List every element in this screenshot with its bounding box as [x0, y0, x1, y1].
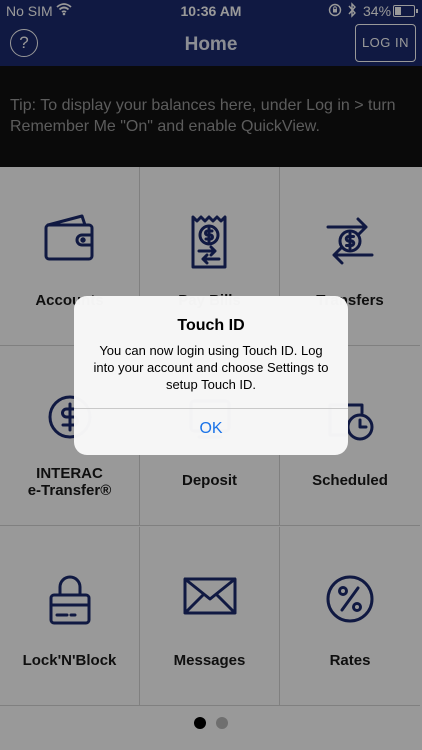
alert-message: You can now login using Touch ID. Log in… — [93, 343, 329, 392]
touch-id-alert: Touch ID You can now login using Touch I… — [74, 296, 348, 455]
alert-ok-button[interactable]: OK — [74, 409, 348, 455]
alert-title: Touch ID — [177, 317, 245, 334]
